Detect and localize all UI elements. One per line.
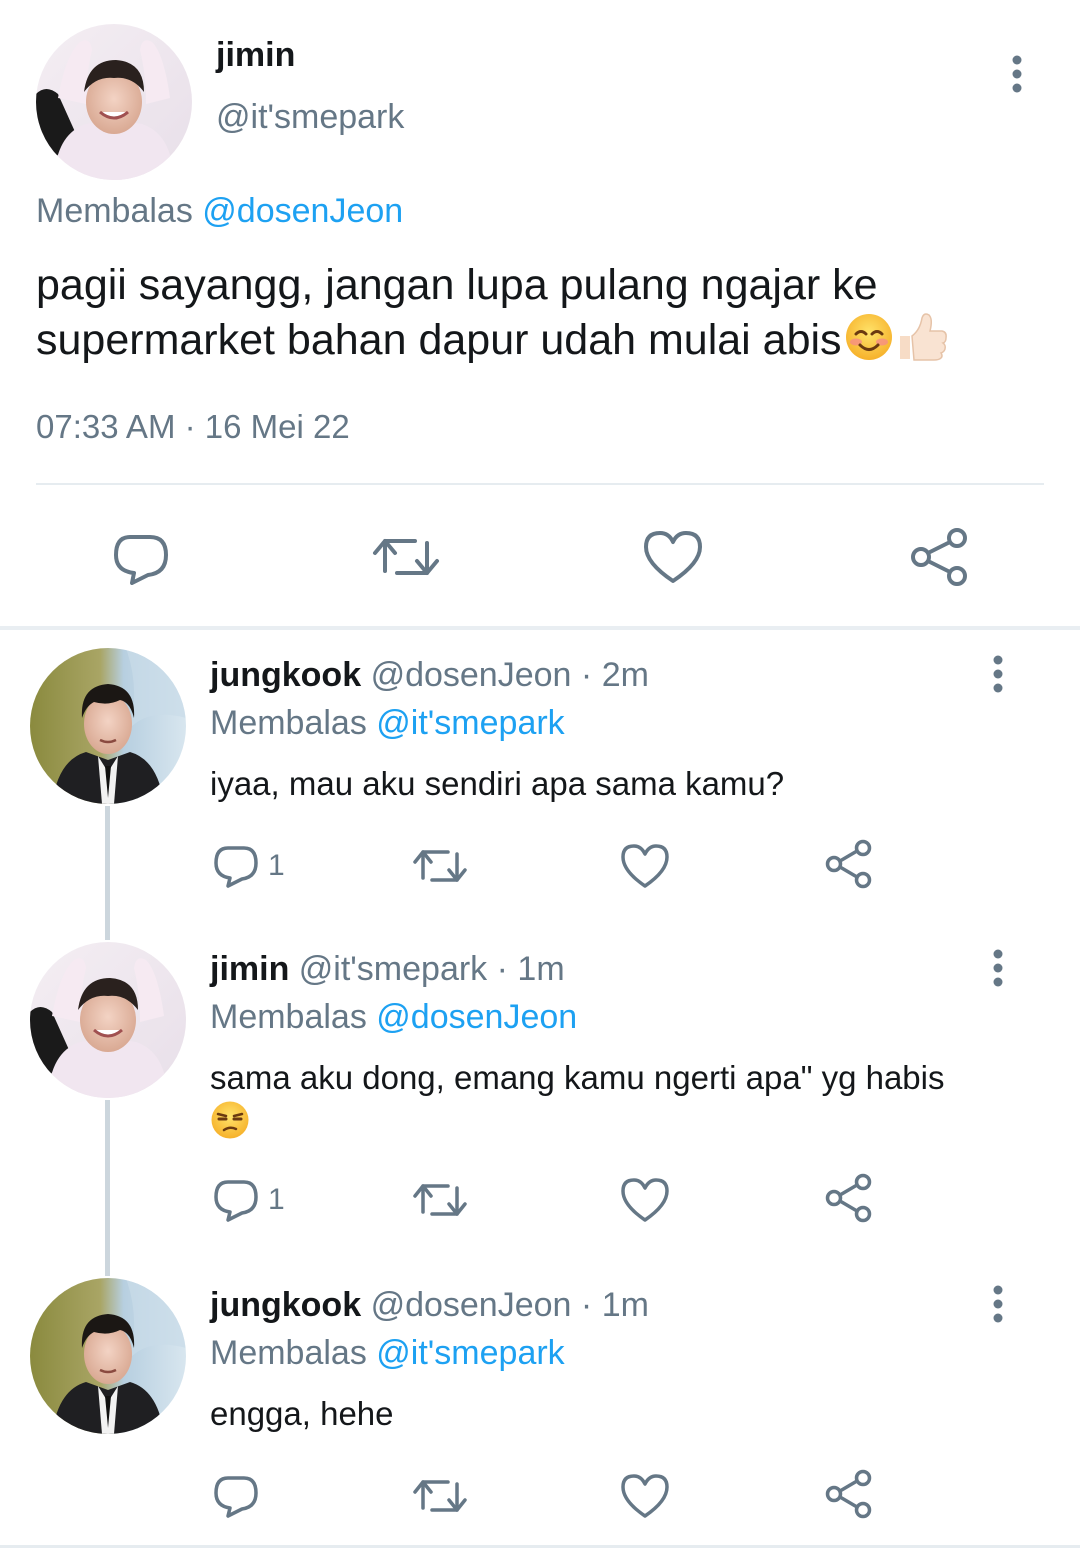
author-name[interactable]: jungkook (210, 1286, 361, 1324)
heart-icon (621, 1178, 669, 1222)
unamused-face-emoji (210, 1100, 250, 1151)
retweet-button[interactable] (412, 838, 468, 894)
more-options-icon[interactable] (978, 940, 1018, 996)
retweet-icon (413, 1184, 467, 1216)
section-separator (0, 626, 1080, 630)
tweet-text: pagii sayangg, jangan lupa pulang ngajar… (36, 258, 1046, 375)
author-handle[interactable]: @it'smepark (216, 98, 404, 137)
share-button[interactable] (824, 836, 874, 892)
reply-header: jimin @it'smepark · 1m (210, 950, 565, 989)
avatar[interactable] (30, 648, 186, 804)
share-button[interactable] (824, 1466, 874, 1522)
share-button[interactable] (824, 1170, 874, 1226)
retweet-button[interactable] (371, 522, 441, 592)
heart-icon (644, 531, 702, 583)
relieved-smile-emoji (844, 312, 894, 375)
reply-time: 1m (601, 1286, 649, 1324)
reply-icon (214, 846, 258, 888)
reply-count: 1 (268, 1183, 285, 1216)
retweet-icon (373, 539, 439, 575)
share-button[interactable] (905, 522, 975, 592)
more-options-icon[interactable] (978, 1276, 1018, 1332)
reply-count: 1 (268, 849, 285, 882)
like-button[interactable] (638, 522, 708, 592)
replying-prefix: Membalas (36, 192, 193, 230)
mention-link[interactable]: @dosenJeon (376, 998, 577, 1036)
replying-to: Membalas @dosenJeon (36, 192, 403, 231)
share-icon (911, 528, 967, 586)
share-icon (825, 1173, 872, 1223)
mention-link[interactable]: @dosenJeon (202, 192, 403, 230)
header-separator: · (580, 656, 593, 694)
tweet-timestamp: 07:33 AM · 16 Mei 22 (36, 408, 350, 446)
avatar[interactable] (30, 942, 186, 1098)
tweet-body: pagii sayangg, jangan lupa pulang ngajar… (36, 261, 878, 364)
tweet-time: 07:33 AM (36, 408, 176, 445)
heart-icon (621, 1474, 669, 1518)
reply-button[interactable] (212, 1468, 268, 1524)
reply-icon (114, 535, 168, 585)
reply-body: iyaa, mau aku sendiri apa sama kamu? (210, 765, 785, 802)
header-separator: · (580, 1286, 593, 1324)
timestamp-separator: · (184, 408, 196, 445)
like-button[interactable] (620, 1172, 670, 1228)
replying-to: Membalas @it'smepark (210, 1334, 565, 1373)
reply-icon (214, 1476, 258, 1518)
reply-tweet[interactable]: jungkook @dosenJeon · 1m Membalas @it'sm… (0, 1276, 1080, 1544)
replying-prefix: Membalas (210, 998, 367, 1036)
retweet-button[interactable] (412, 1172, 468, 1228)
reply-body-text: sama aku dong, emang kamu ngerti apa" yg… (210, 1059, 945, 1096)
reply-body: sama aku dong, emang kamu ngerti apa" yg… (210, 1056, 1030, 1151)
reply-tweet[interactable]: jimin @it'smepark · 1m Membalas @dosenJe… (0, 940, 1080, 1270)
author-name[interactable]: jimin (216, 36, 295, 75)
reply-header: jungkook @dosenJeon · 2m (210, 656, 649, 695)
reply-time: 1m (517, 950, 565, 988)
replying-prefix: Membalas (210, 704, 367, 742)
main-tweet: jimin @it'smepark Membalas @dosenJeon pa… (0, 0, 1080, 628)
author-handle[interactable]: @dosenJeon (371, 656, 572, 694)
more-options-icon[interactable] (997, 46, 1037, 102)
reply-tweet[interactable]: jungkook @dosenJeon · 2m Membalas @it'sm… (0, 646, 1080, 936)
avatar[interactable] (36, 24, 192, 180)
like-button[interactable] (620, 1468, 670, 1524)
reply-button[interactable]: 1 (212, 838, 285, 894)
retweet-icon (413, 850, 467, 882)
thumbs-up-emoji (896, 312, 948, 375)
share-icon (825, 839, 872, 889)
author-handle[interactable]: @dosenJeon (371, 1286, 572, 1324)
reply-button[interactable] (106, 522, 176, 592)
author-name[interactable]: jimin (210, 950, 289, 988)
replying-to: Membalas @dosenJeon (210, 998, 577, 1037)
reply-header: jungkook @dosenJeon · 1m (210, 1286, 649, 1325)
replying-to: Membalas @it'smepark (210, 704, 565, 743)
tweet-date: 16 Mei 22 (204, 408, 350, 445)
mention-link[interactable]: @it'smepark (376, 704, 564, 742)
mention-link[interactable]: @it'smepark (376, 1334, 564, 1372)
share-icon (825, 1469, 872, 1519)
retweet-icon (413, 1480, 467, 1512)
reply-button[interactable]: 1 (212, 1172, 285, 1228)
replying-prefix: Membalas (210, 1334, 367, 1372)
divider (36, 483, 1044, 485)
retweet-button[interactable] (412, 1468, 468, 1524)
header-separator: · (496, 950, 508, 988)
author-handle[interactable]: @it'smepark (299, 950, 487, 988)
heart-icon (621, 844, 669, 888)
reply-body: engga, hehe (210, 1395, 394, 1432)
author-name[interactable]: jungkook (210, 656, 361, 694)
reply-time: 2m (601, 656, 649, 694)
like-button[interactable] (620, 838, 670, 894)
reply-icon (214, 1180, 258, 1222)
more-options-icon[interactable] (978, 646, 1018, 702)
avatar[interactable] (30, 1278, 186, 1434)
